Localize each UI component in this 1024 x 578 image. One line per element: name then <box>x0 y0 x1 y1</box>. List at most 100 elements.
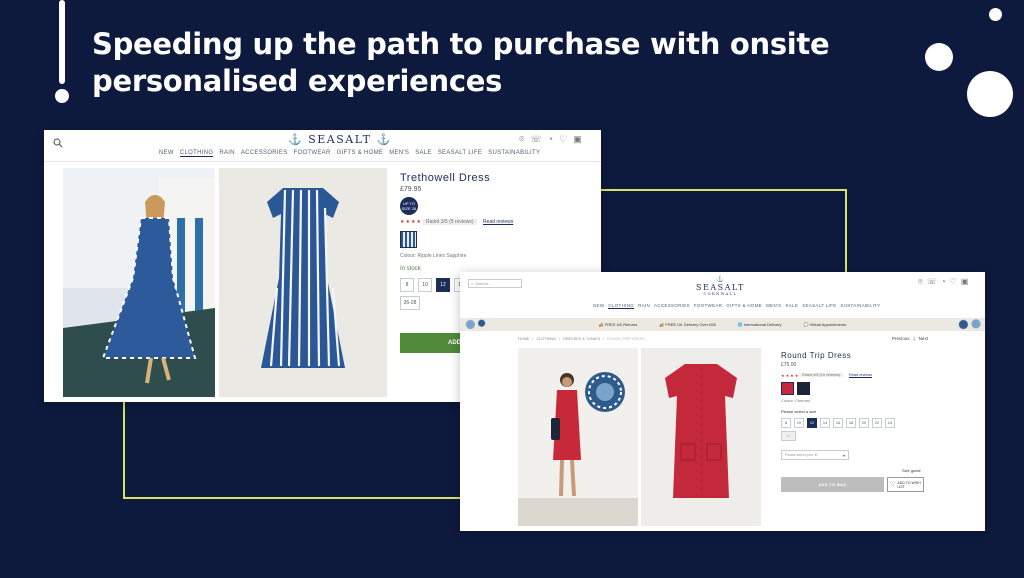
nav-item[interactable]: SALE <box>785 303 798 309</box>
product-photo-model[interactable] <box>518 348 638 526</box>
size-option[interactable]: 14 <box>820 418 830 428</box>
nav-divider <box>44 161 601 162</box>
logo-text: SEASALT <box>696 283 745 292</box>
colour-label: Colour: Ripple Lines Sapphire <box>400 253 467 259</box>
add-to-wishlist-button[interactable]: ♡ ADD TO WISH LIST <box>887 477 924 492</box>
colour-swatch[interactable] <box>797 382 810 395</box>
nav-item[interactable]: MEN'S <box>389 150 409 157</box>
decorative-dot <box>967 71 1013 117</box>
size-option[interactable]: 20 <box>859 418 869 428</box>
bag-icon[interactable]: ▣ <box>573 134 582 145</box>
wishlist-icon[interactable]: ♡ <box>950 277 957 287</box>
nav-item[interactable]: GIFTS & HOME <box>337 150 384 157</box>
colour-swatch-selected[interactable] <box>781 382 794 395</box>
size-option-unavailable[interactable]: 26 <box>781 431 796 441</box>
main-nav: NEW CLOTHING RAIN ACCESSORIES FOOTWEAR G… <box>159 150 540 157</box>
size-option[interactable]: 8 <box>400 278 414 292</box>
product-photo-model[interactable] <box>63 168 215 397</box>
nav-item[interactable]: MEN'S <box>766 303 781 309</box>
account-icon[interactable]: ◔ <box>941 277 946 287</box>
nav-item[interactable]: SEASALT LIFE <box>802 303 836 309</box>
wishlist-icon: ♡ <box>890 481 896 488</box>
add-to-bag-button[interactable]: ADD TO BAG <box>781 477 884 492</box>
size-option[interactable]: 10 <box>794 418 804 428</box>
read-reviews-link[interactable]: Read reviews <box>849 373 872 377</box>
location-icon[interactable]: ⌾ <box>918 277 923 287</box>
nav-item[interactable]: RAIN <box>638 303 650 309</box>
size-option[interactable]: 16 <box>833 418 843 428</box>
search-icon[interactable] <box>53 135 63 148</box>
nav-item[interactable]: RAIN <box>219 150 235 157</box>
nav-item[interactable]: FOOTWEAR <box>294 150 331 157</box>
nav-item[interactable]: GIFTS & HOME <box>726 303 762 309</box>
nav-item[interactable]: ACCESSORIES <box>654 303 690 309</box>
previous-link[interactable]: Previous <box>892 336 910 341</box>
usp-item: 💬 Virtual Appointments <box>803 322 847 327</box>
phone-icon[interactable]: ☏ <box>927 277 937 287</box>
site-logo[interactable]: ⚓ SEASALT ⚓ <box>288 133 392 146</box>
usp-text: FREE UK Returns <box>604 322 638 327</box>
search-input[interactable]: ⌕ Search... <box>468 279 522 288</box>
product-photo-flat[interactable] <box>219 168 387 397</box>
nav-item[interactable]: FOOTWEAR <box>694 303 722 309</box>
decorative-dot <box>989 8 1002 21</box>
site-logo[interactable]: ⚓ SEASALT CORNWALL <box>696 276 745 297</box>
nav-item[interactable]: SEASALT LIFE <box>438 150 482 157</box>
breadcrumb-item[interactable]: HOME <box>518 337 529 341</box>
logo-subtext: CORNWALL <box>703 292 738 296</box>
breadcrumb-item[interactable]: DRESSES & TUNICS <box>563 337 600 341</box>
breadcrumb-separator: / <box>559 337 561 341</box>
rating-text: Rated 4/5 (10 reviews) <box>799 373 844 377</box>
size-option[interactable]: 26-28 <box>400 296 420 310</box>
page-title: Speeding up the path to purchase with on… <box>92 27 830 98</box>
colour-label: Colour: Cherries <box>781 398 811 403</box>
nav-item[interactable]: ACCESSORIES <box>241 150 288 157</box>
bag-icon[interactable]: ▣ <box>961 277 969 287</box>
nav-item[interactable]: SALE <box>415 150 432 157</box>
add-to-bag-label: ADD TO BAG <box>818 482 847 487</box>
header-icons: ⌾ ☏ ◔ ♡ ▣ <box>918 277 968 287</box>
usp-bar: 🚚 FREE UK Returns 🚚 FREE UK Delivery Ove… <box>460 318 985 331</box>
usp-decoration-left <box>462 318 490 331</box>
size-option[interactable]: 18 <box>846 418 856 428</box>
breadcrumb-item[interactable]: CLOTHING <box>536 337 556 341</box>
size-range-badge: UP TO SIZE 28 <box>400 197 418 215</box>
product-page-screenshot-2: ⌕ Search... ⚓ SEASALT CORNWALL ⌾ ☏ ◔ ♡ ▣ … <box>460 272 985 531</box>
nav-item-clothing[interactable]: CLOTHING <box>179 150 214 157</box>
breadcrumb-current: ROUND TRIP DRESS <box>607 337 645 341</box>
location-icon[interactable]: ⌾ <box>519 134 524 145</box>
header-icons: ⌾ ☏ ◔ ♡ ▣ <box>519 134 582 145</box>
product-title: Round Trip Dress <box>781 351 852 360</box>
nav-item[interactable]: NEW <box>593 303 604 309</box>
nav-item[interactable]: SUSTAINABILITY <box>488 150 540 157</box>
size-option-selected[interactable]: 12 <box>807 418 817 428</box>
chevron-down-icon: ▾ <box>842 452 845 458</box>
product-price: £79.95 <box>400 186 422 193</box>
breadcrumb-separator: / <box>603 337 605 341</box>
size-guide-link[interactable]: Size guide <box>902 468 921 473</box>
breadcrumb: HOME / CLOTHING / DRESSES & TUNICS / ROUND … <box>518 337 645 341</box>
size-option[interactable]: 10 <box>418 278 432 292</box>
usp-item: 🌐 International Delivery <box>737 322 782 327</box>
phone-icon[interactable]: ☏ <box>530 134 541 145</box>
size-selector: 8 10 12 14 16 18 20 22 24 26 <box>781 418 911 441</box>
search-icon: ⌕ <box>471 281 474 286</box>
nav-item[interactable]: NEW <box>159 150 174 157</box>
rating-text: Rated 3/5 (5 reviews) <box>423 219 477 225</box>
size-option[interactable]: 8 <box>781 418 791 428</box>
size-option[interactable]: 22 <box>872 418 882 428</box>
read-reviews-link[interactable]: Read reviews <box>483 219 513 225</box>
account-icon[interactable]: ◔ <box>548 134 553 145</box>
size-option-selected[interactable]: 12 <box>436 278 450 292</box>
fit-select[interactable]: Please select your fit ▾ <box>781 450 849 460</box>
nav-item-clothing[interactable]: CLOTHING <box>608 303 635 309</box>
nav-item[interactable]: SUSTAINABILITY <box>840 303 880 309</box>
colour-swatch[interactable] <box>400 231 417 248</box>
product-photo-flat[interactable] <box>641 348 761 526</box>
search-placeholder: Search... <box>475 281 492 286</box>
size-option[interactable]: 24 <box>885 418 895 428</box>
wishlist-icon[interactable]: ♡ <box>559 134 567 145</box>
next-link[interactable]: Next <box>919 336 928 341</box>
breadcrumb-separator: / <box>532 337 534 341</box>
prev-next-nav: Previous | Next <box>892 336 928 341</box>
